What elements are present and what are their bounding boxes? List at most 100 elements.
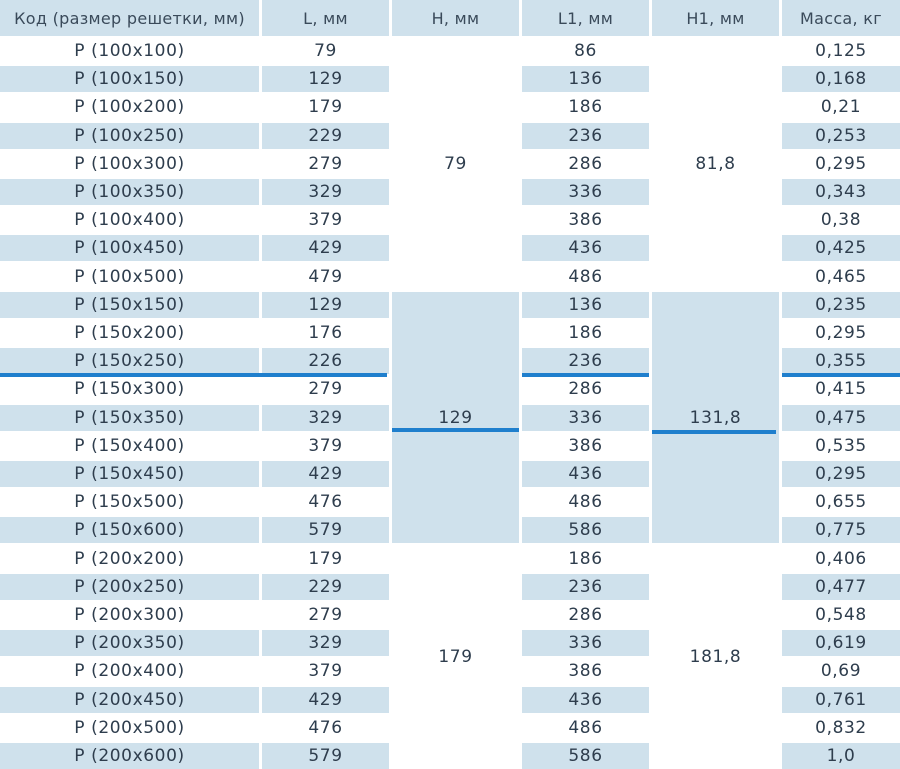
cell-mass: 0,548 — [815, 605, 867, 625]
cell-l: 379 — [308, 661, 343, 682]
cell-mass: 0,235 — [782, 291, 900, 318]
group-h1: 131,8 — [652, 291, 779, 544]
cell-l1: 286 — [568, 153, 603, 174]
cell-mass: 0,406 — [815, 548, 867, 569]
cell-mass: 0,477 — [782, 573, 900, 600]
cell-code: P (150x400) — [74, 435, 185, 456]
group-h: 179 — [438, 647, 473, 668]
cell-l: 429 — [262, 235, 389, 262]
header-code: Код (размер решетки, мм) — [0, 0, 259, 36]
cell-l1: 336 — [522, 630, 649, 657]
cell-l1: 386 — [568, 661, 603, 682]
cell-code: P (200x500) — [74, 717, 185, 738]
cell-l1: 436 — [522, 461, 649, 487]
cell-l: 79 — [314, 41, 337, 61]
cell-l: 429 — [262, 686, 389, 713]
cell-mass: 0,295 — [782, 461, 900, 487]
cell-mass: 0,832 — [815, 717, 867, 738]
cell-l: 379 — [308, 210, 343, 231]
cell-l: 476 — [308, 717, 343, 738]
cell-mass: 0,69 — [820, 661, 862, 682]
cell-l: 379 — [308, 435, 343, 456]
cell-code: P (100x350) — [0, 179, 259, 205]
cell-code: P (100x300) — [74, 153, 185, 174]
cell-l: 229 — [262, 122, 389, 149]
cell-l: 476 — [308, 492, 343, 513]
cell-l: 279 — [308, 605, 343, 625]
cell-mass: 0,295 — [815, 153, 867, 174]
cell-l1: 186 — [568, 323, 603, 343]
cell-l: 479 — [308, 266, 343, 287]
cell-code: P (200x350) — [0, 630, 259, 657]
cell-l1: 336 — [522, 404, 649, 431]
cell-code: P (100x500) — [74, 266, 185, 287]
header-l: L, мм — [262, 0, 389, 36]
cell-code: P (100x250) — [0, 122, 259, 149]
cell-l: 129 — [262, 66, 389, 93]
cell-mass: 0,295 — [815, 323, 867, 343]
cell-mass: 0,761 — [782, 686, 900, 713]
cell-l1: 386 — [568, 210, 603, 231]
group-h: 129 — [392, 291, 519, 544]
cell-l: 229 — [262, 573, 389, 600]
cell-l: 279 — [308, 153, 343, 174]
dimensions-table: Код (размер решетки, мм) L, мм H, мм L1, мм… — [0, 0, 900, 769]
cell-code: P (100x150) — [0, 66, 259, 93]
cell-l1: 186 — [568, 97, 603, 118]
cell-l: 129 — [262, 291, 389, 318]
cell-mass: 0,655 — [815, 492, 867, 513]
cell-l1: 486 — [568, 266, 603, 287]
cell-mass: 1,0 — [782, 743, 900, 769]
accent-line — [0, 373, 387, 377]
accent-line — [652, 430, 776, 434]
cell-code: P (200x300) — [74, 605, 185, 625]
cell-code: P (150x600) — [0, 517, 259, 544]
cell-mass: 0,775 — [782, 517, 900, 544]
cell-code: P (150x350) — [0, 404, 259, 431]
cell-l: 329 — [262, 404, 389, 431]
cell-mass: 0,355 — [782, 348, 900, 375]
cell-code: P (150x450) — [0, 461, 259, 487]
cell-code: P (200x250) — [0, 573, 259, 600]
group-h1: 181,8 — [689, 647, 742, 668]
cell-mass: 0,535 — [815, 435, 867, 456]
group-h: 79 — [444, 153, 467, 174]
cell-l: 179 — [308, 97, 343, 118]
cell-code: P (100x200) — [74, 97, 185, 118]
cell-mass: 0,425 — [782, 235, 900, 262]
cell-code: P (150x200) — [74, 323, 185, 343]
cell-l: 329 — [262, 179, 389, 205]
cell-mass: 0,475 — [782, 404, 900, 431]
cell-mass: 0,38 — [820, 210, 862, 231]
cell-l1: 236 — [522, 122, 649, 149]
cell-mass: 0,619 — [782, 630, 900, 657]
cell-l: 179 — [308, 548, 343, 569]
cell-code: P (100x450) — [0, 235, 259, 262]
cell-code: P (200x600) — [0, 743, 259, 769]
cell-code: P (200x400) — [74, 661, 185, 682]
cell-code: P (150x250) — [0, 348, 259, 375]
cell-mass: 0,415 — [815, 379, 867, 400]
accent-line — [782, 373, 900, 377]
cell-mass: 0,168 — [782, 66, 900, 93]
cell-l: 429 — [262, 461, 389, 487]
cell-mass: 0,465 — [815, 266, 867, 287]
cell-l: 176 — [308, 323, 343, 343]
cell-code: P (150x500) — [74, 492, 185, 513]
header-mass: Масса, кг — [782, 0, 900, 36]
cell-l: 279 — [308, 379, 343, 400]
cell-mass: 0,343 — [782, 179, 900, 205]
cell-mass: 0,125 — [815, 41, 867, 61]
cell-mass: 0,253 — [782, 122, 900, 149]
cell-mass: 0,21 — [820, 97, 862, 118]
cell-l: 329 — [262, 630, 389, 657]
cell-l1: 236 — [522, 573, 649, 600]
cell-code: P (150x300) — [74, 379, 185, 400]
cell-l1: 286 — [568, 605, 603, 625]
header-l1: L1, мм — [522, 0, 649, 36]
cell-l1: 136 — [522, 291, 649, 318]
cell-l1: 386 — [568, 435, 603, 456]
cell-l: 579 — [262, 743, 389, 769]
cell-code: P (150x150) — [0, 291, 259, 318]
cell-l1: 136 — [522, 66, 649, 93]
